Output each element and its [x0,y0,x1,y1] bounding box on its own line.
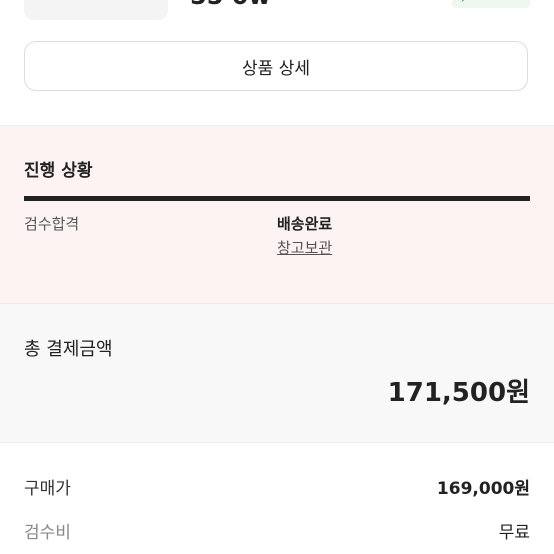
product-detail-button[interactable]: 상품 상세 [24,41,528,91]
product-name: 55 0w [190,0,271,8]
product-thumbnail[interactable] [24,0,168,20]
step-inspection-passed: 검수합격 [24,215,80,233]
inspection-fee-label: 검수비 [24,523,71,543]
total-payment-section: 총 결제금액 171,500원 [0,303,554,443]
total-payment-label: 총 결제금액 [24,339,113,360]
purchase-price-label: 구매가 [24,479,71,499]
inspection-fee-value: 무료 [498,523,530,543]
warehouse-storage-link[interactable]: 창고보관 [277,237,332,258]
progress-bar [24,196,530,201]
step-delivered: 배송완료 [277,215,333,233]
status-badge: ↗ [452,0,530,8]
progress-title: 진행 상황 [24,161,93,181]
arrow-icon: ↗ [460,0,469,6]
progress-section: 진행 상황 검수합격 배송완료 창고보관 [0,125,554,304]
purchase-price-value: 169,000원 [436,479,530,499]
product-summary: 55 0w ↗ 상품 상세 [0,0,554,125]
total-payment-value: 171,500원 [387,378,530,408]
